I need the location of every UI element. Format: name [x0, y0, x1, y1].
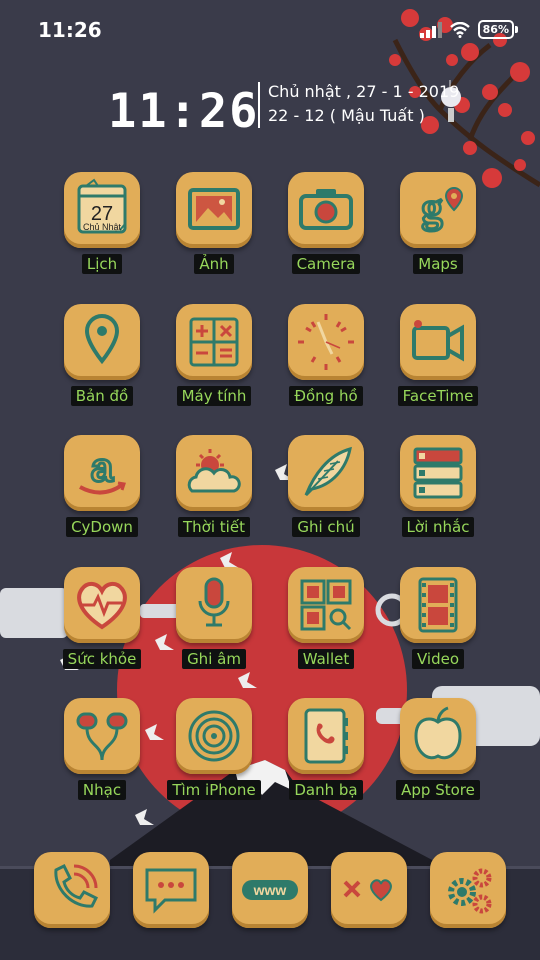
app-label: Máy tính — [176, 386, 252, 406]
maps-icon: g — [420, 185, 464, 234]
dock-games[interactable] — [331, 852, 407, 928]
heart-icon — [77, 582, 127, 630]
feather-icon — [304, 446, 352, 497]
app-label: Lịch — [81, 254, 123, 274]
app-label: Ghi âm — [182, 649, 246, 669]
dock-phone[interactable] — [34, 852, 110, 928]
photos-icon — [188, 188, 240, 230]
app-find-iphone[interactable]: Tìm iPhone — [158, 698, 270, 810]
widget-date-solar: Chủ nhật , 27 - 1 - 2019 — [268, 82, 460, 101]
app-contacts[interactable]: Danh bạ — [270, 698, 382, 810]
app-cydown[interactable]: a CyDown — [46, 435, 158, 547]
app-label: Lời nhắc — [401, 517, 475, 537]
dock-messages[interactable] — [133, 852, 209, 928]
calendar-weekday: Chủ Nhật — [83, 222, 122, 232]
app-label: Đồng hồ — [289, 386, 363, 406]
battery-indicator: 86% — [477, 20, 518, 39]
message-bubble-icon — [145, 868, 197, 914]
app-label: Video — [411, 649, 465, 669]
app-label: Nhạc — [77, 780, 127, 800]
app-label: FaceTime — [397, 386, 479, 406]
camera-icon — [299, 189, 353, 230]
app-facetime[interactable]: FaceTime — [382, 304, 494, 416]
app-label: Bản đồ — [70, 386, 134, 406]
earphones-icon — [76, 712, 128, 761]
app-camera[interactable]: Camera — [270, 172, 382, 284]
app-label: CyDown — [66, 517, 138, 537]
clock-widget[interactable]: 11:26 Chủ nhật , 27 - 1 - 2019 22 - 12 (… — [108, 82, 468, 142]
app-voice-memos[interactable]: Ghi âm — [158, 567, 270, 679]
app-reminders[interactable]: Lời nhắc — [382, 435, 494, 547]
wifi-icon — [449, 21, 470, 38]
app-label: Camera — [291, 254, 361, 274]
amazon-icon: a — [79, 445, 126, 495]
app-app-store[interactable]: App Store — [382, 698, 494, 810]
app-wallet[interactable]: Wallet — [270, 567, 382, 679]
radar-icon — [188, 710, 240, 762]
app-ban-do[interactable]: Bản đồ — [46, 304, 158, 416]
status-bar: 11:26 86% — [0, 0, 540, 60]
svg-text:www: www — [253, 882, 287, 898]
reminders-icon — [413, 447, 463, 499]
calculator-icon — [189, 317, 239, 367]
microphone-icon — [198, 577, 230, 627]
app-notes[interactable]: Ghi chú — [270, 435, 382, 547]
app-music[interactable]: Nhạc — [46, 698, 158, 810]
app-label: Maps — [413, 254, 463, 274]
film-icon — [418, 577, 458, 633]
app-label: Sức khỏe — [62, 649, 142, 669]
widget-clock: 11:26 — [108, 84, 260, 139]
app-calculator[interactable]: Máy tính — [158, 304, 270, 416]
calendar-icon: 27 Chủ Nhật — [77, 178, 127, 234]
www-icon: www — [242, 880, 298, 900]
phone-icon — [54, 863, 99, 908]
apple-icon — [414, 706, 462, 760]
svg-text:g: g — [422, 186, 443, 232]
app-label: Ghi chú — [292, 517, 360, 537]
app-weather[interactable]: Thời tiết — [158, 435, 270, 547]
app-calendar[interactable]: 27 Chủ Nhật Lịch — [46, 172, 158, 284]
svg-text:a: a — [91, 446, 114, 490]
map-pin-icon — [84, 313, 120, 365]
battery-level: 86% — [477, 20, 514, 39]
app-clock[interactable]: Đồng hồ — [270, 304, 382, 416]
clock-icon — [298, 314, 354, 370]
app-photos[interactable]: Ảnh — [158, 172, 270, 284]
app-label: App Store — [396, 780, 480, 800]
signal-icon — [419, 21, 442, 38]
contacts-icon — [304, 708, 348, 764]
gears-icon — [448, 868, 492, 914]
video-camera-icon — [412, 320, 464, 362]
app-maps[interactable]: g Maps — [382, 172, 494, 284]
app-health[interactable]: Sức khỏe — [46, 567, 158, 679]
dock-settings[interactable] — [430, 852, 506, 928]
status-time: 11:26 — [38, 18, 102, 42]
widget-divider — [258, 82, 260, 128]
app-video[interactable]: Video — [382, 567, 494, 679]
wallet-icon — [300, 579, 352, 631]
app-label: Tìm iPhone — [167, 780, 261, 800]
dock-safari[interactable]: www — [232, 852, 308, 928]
app-label: Ảnh — [194, 254, 234, 274]
app-label: Thời tiết — [178, 517, 250, 537]
app-label: Danh bạ — [289, 780, 363, 800]
weather-icon — [187, 449, 241, 493]
app-label: Wallet — [297, 649, 355, 669]
crane — [135, 809, 154, 825]
x-heart-icon — [343, 879, 392, 902]
widget-date-lunar: 22 - 12 ( Mậu Tuất ) — [268, 106, 425, 125]
